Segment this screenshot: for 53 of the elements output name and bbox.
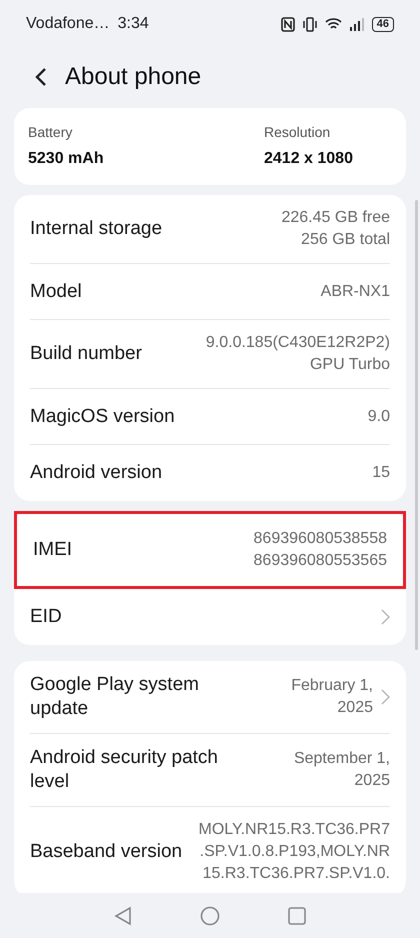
- row-value: 15.R3.TC36.PR7.SP.V1.0.: [202, 864, 390, 884]
- chevron-right-icon: [381, 689, 390, 705]
- settings-row[interactable]: Android security patch level September 1, 2025: [30, 734, 390, 807]
- settings-row[interactable]: Internal storage 226.45 GB free 256 GB total: [30, 195, 390, 264]
- signal-icon: [348, 18, 365, 30]
- row-value: MOLY.NR15.R3.TC36.PR7: [198, 820, 390, 840]
- settings-row[interactable]: Android version 15: [30, 445, 390, 501]
- row-value: 256 GB total: [301, 230, 390, 250]
- row-value: 2025: [337, 698, 373, 718]
- summary-value: 2412 x 1080: [264, 149, 354, 169]
- summary-label: Resolution: [264, 123, 332, 142]
- row-value: GPU Turbo: [310, 355, 390, 375]
- row-label: Internal storage: [30, 217, 162, 241]
- row-value: 869396080538558: [254, 529, 387, 549]
- home-nav-icon[interactable]: [200, 906, 220, 926]
- row-value: 226.45 GB free: [281, 208, 390, 228]
- nfc-icon: [280, 16, 295, 32]
- row-label: Google Play system update: [30, 673, 200, 721]
- row-label: Baseband version: [30, 840, 182, 864]
- back-nav-icon[interactable]: [114, 906, 132, 926]
- row-value: .SP.V1.0.8.P193,MOLY.NR: [200, 842, 390, 862]
- row-value: September 1,: [294, 749, 390, 769]
- summary-label: Battery: [28, 123, 74, 142]
- settings-row[interactable]: MagicOS version 9.0: [30, 389, 390, 445]
- row-label: Android version: [30, 461, 162, 485]
- row-value: February 1,: [291, 676, 373, 696]
- row-value: 9.0: [368, 406, 390, 426]
- row-value: 869396080553565: [254, 551, 387, 571]
- row-label: Model: [30, 280, 82, 304]
- back-icon[interactable]: [34, 67, 47, 87]
- page-title: About phone: [65, 62, 202, 92]
- battery-indicator: 46: [372, 16, 394, 32]
- vibrate-icon: [302, 16, 318, 32]
- recents-nav-icon[interactable]: [288, 906, 306, 924]
- clock: 3:34: [118, 14, 149, 34]
- row-label: Android security patch level: [30, 746, 219, 794]
- settings-row[interactable]: Build number 9.0.0.185(C430E12R2P2) GPU Turbo: [30, 320, 390, 389]
- settings-row[interactable]: Model ABR-NX1: [30, 264, 390, 320]
- row-label: MagicOS version: [30, 404, 175, 428]
- row-label: IMEI: [33, 538, 72, 562]
- summary-value: 5230 mAh: [28, 149, 105, 169]
- carrier-name: Vodafone…: [26, 14, 110, 34]
- wifi-icon: [324, 17, 342, 31]
- row-label: EID: [30, 605, 62, 629]
- row-value: ABR-NX1: [320, 282, 390, 302]
- row-value: 15: [372, 463, 390, 483]
- row-label: Build number: [30, 342, 142, 366]
- settings-row[interactable]: Google Play system update February 1, 2025: [30, 661, 390, 734]
- settings-row[interactable]: Baseband version MOLY.NR15.R3.TC36.PR7 .SP.V1.0.8.P193,MOLY.NR 15.R3.TC36.PR7.SP.V1.0.: [30, 807, 390, 893]
- settings-row[interactable]: EID: [30, 589, 390, 645]
- row-value: 2025: [354, 771, 390, 791]
- row-value: 9.0.0.185(C430E12R2P2): [206, 333, 390, 353]
- chevron-right-icon: [381, 609, 390, 625]
